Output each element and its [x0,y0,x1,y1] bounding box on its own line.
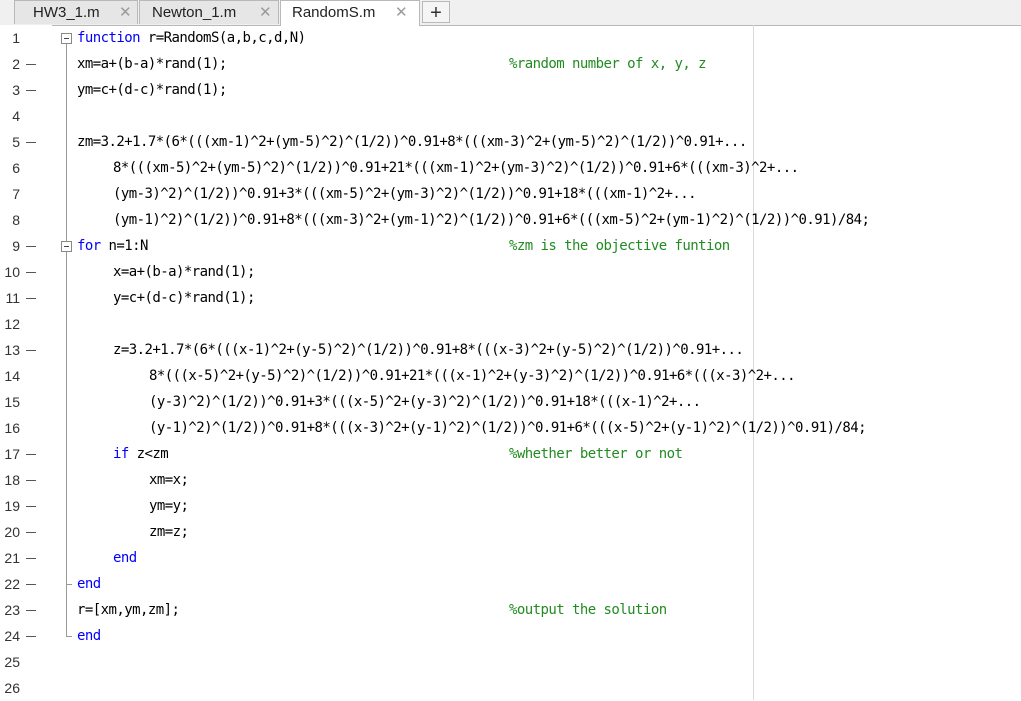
code-line[interactable]: function r=RandomS(a,b,c,d,N) [77,25,306,51]
keyword: for [77,238,101,254]
tab-newton-1[interactable]: Newton_1.m ✕ [139,0,279,24]
code-text: r=RandomS(a,b,c,d,N) [140,30,306,46]
code-comment: %zm is the objective funtion [509,238,730,254]
code-text: (y-3)^2)^(1/2))^0.91+3*(((x-5)^2+(y-3)^2… [149,394,701,410]
code-text: (y-1)^2)^(1/2))^0.91+8*(((x-3)^2+(y-1)^2… [149,420,867,436]
code-line[interactable]: zm=3.2+1.7*(6*(((xm-1)^2+(ym-5)^2)^(1/2)… [77,129,747,155]
code-comment: %random number of x, y, z [509,56,707,72]
code-line[interactable]: if z<zm [113,441,169,467]
code-line[interactable]: y=c+(d-c)*rand(1); [113,285,255,311]
code-area[interactable]: function r=RandomS(a,b,c,d,N) xm=a+(b-a)*… [0,25,1021,700]
code-comment: %output the solution [509,602,667,618]
code-text: n=1:N [100,238,149,254]
code-line[interactable]: (y-1)^2)^(1/2))^0.91+8*(((x-3)^2+(y-1)^2… [149,415,867,441]
code-comment: %whether better or not [509,446,683,462]
code-line[interactable]: (ym-3)^2)^(1/2))^0.91+3*(((xm-5)^2+(ym-3… [113,181,697,207]
keyword: end [113,550,137,566]
code-line[interactable]: (y-3)^2)^(1/2))^0.91+3*(((x-5)^2+(y-3)^2… [149,389,701,415]
code-line[interactable]: end [77,571,101,597]
code-text: (ym-3)^2)^(1/2))^0.91+3*(((xm-5)^2+(ym-3… [113,186,697,202]
keyword: end [77,576,101,592]
code-text: y=c+(d-c)*rand(1); [113,290,255,306]
code-line[interactable]: end [77,623,101,649]
code-text: (ym-1)^2)^(1/2))^0.91+8*(((xm-3)^2+(ym-1… [113,212,870,228]
code-line[interactable]: (ym-1)^2)^(1/2))^0.91+8*(((xm-3)^2+(ym-1… [113,207,870,233]
code-line[interactable]: zm=z; [149,519,189,545]
code-line[interactable]: ym=c+(d-c)*rand(1); [77,77,227,103]
code-text: zm=z; [149,524,189,540]
editor-tab-bar: HW3_1.m ✕ Newton_1.m ✕ RandomS.m ✕ + [0,0,1021,26]
code-text: r=[xm,ym,zm]; [77,602,180,618]
close-icon[interactable]: ✕ [395,1,408,25]
code-text: xm=a+(b-a)*rand(1); [77,56,227,72]
tab-randoms[interactable]: RandomS.m ✕ [280,0,420,26]
close-icon[interactable]: ✕ [259,1,272,25]
close-icon[interactable]: ✕ [119,1,132,25]
code-line[interactable]: xm=x; [149,467,189,493]
code-line[interactable]: end [113,545,137,571]
code-text: 8*(((x-5)^2+(y-5)^2)^(1/2))^0.91+21*(((x… [149,368,796,384]
code-line[interactable]: for n=1:N [77,233,148,259]
tab-label: RandomS.m [292,4,376,21]
add-tab-button[interactable]: + [422,1,450,24]
keyword: function [77,30,141,46]
code-line[interactable]: r=[xm,ym,zm]; [77,597,180,623]
code-text: ym=y; [149,498,189,514]
code-text: z<zm [128,446,169,462]
keyword: if [113,446,129,462]
code-line[interactable]: xm=a+(b-a)*rand(1); [77,51,227,77]
code-line[interactable]: 8*(((x-5)^2+(y-5)^2)^(1/2))^0.91+21*(((x… [149,363,796,389]
code-text: ym=c+(d-c)*rand(1); [77,82,227,98]
code-line[interactable]: z=3.2+1.7*(6*(((x-1)^2+(y-5)^2)^(1/2))^0… [113,337,744,363]
code-text: 8*(((xm-5)^2+(ym-5)^2)^(1/2))^0.91+21*((… [113,160,799,176]
tab-label: HW3_1.m [33,4,100,21]
code-line[interactable]: ym=y; [149,493,189,519]
code-text: zm=3.2+1.7*(6*(((xm-1)^2+(ym-5)^2)^(1/2)… [77,134,747,150]
keyword: end [77,628,101,644]
code-text: xm=x; [149,472,189,488]
code-editor[interactable]: 1 2 3 4 5 6 7 8 9 10 11 12 13 14 15 16 17 18 19 20 21 22 23 24 2… [0,25,1021,700]
code-text: x=a+(b-a)*rand(1); [113,264,255,280]
tab-hw3-1[interactable]: HW3_1.m ✕ [14,0,138,24]
code-text: z=3.2+1.7*(6*(((x-1)^2+(y-5)^2)^(1/2))^0… [113,342,744,358]
tab-label: Newton_1.m [152,4,237,21]
code-line[interactable]: 8*(((xm-5)^2+(ym-5)^2)^(1/2))^0.91+21*((… [113,155,799,181]
code-line[interactable]: x=a+(b-a)*rand(1); [113,259,255,285]
